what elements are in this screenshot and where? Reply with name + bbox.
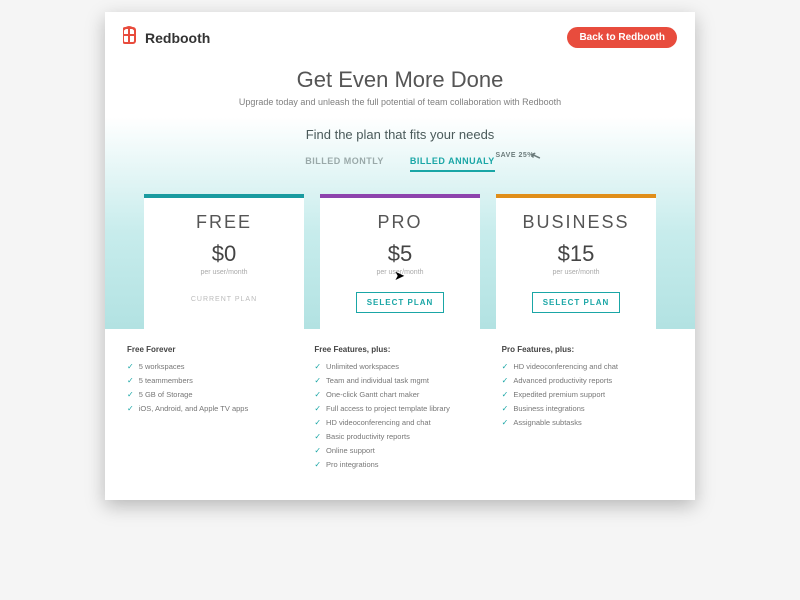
plan-card-pro: PRO $5 per user/month ➤ SELECT PLAN <box>320 194 480 329</box>
plan-name: FREE <box>152 212 296 233</box>
check-icon: ✓ <box>127 390 134 399</box>
feature-item: ✓Assignable subtasks <box>502 418 673 427</box>
features-heading: Free Features, plus: <box>314 345 485 354</box>
finder-heading: Find the plan that fits your needs <box>105 127 695 142</box>
check-icon: ✓ <box>502 404 509 413</box>
redbooth-icon <box>123 26 139 49</box>
check-icon: ✓ <box>314 432 321 441</box>
check-icon: ✓ <box>314 390 321 399</box>
check-icon: ✓ <box>314 362 321 371</box>
current-plan-label: CURRENT PLAN <box>152 296 296 303</box>
billing-toggle: BILLED MONTLY BILLED ANNUALY SAVE 25%↙ <box>105 156 695 172</box>
feature-item: ✓Team and individual task mgmt <box>314 376 485 385</box>
plan-per: per user/month <box>504 269 648 276</box>
hero-section: Get Even More Done Upgrade today and unl… <box>105 49 695 117</box>
feature-item: ✓Unlimited workspaces <box>314 362 485 371</box>
feature-item: ✓Advanced productivity reports <box>502 376 673 385</box>
brand-name: Redbooth <box>145 30 210 46</box>
page-header: Redbooth Back to Redbooth <box>105 12 695 49</box>
check-icon: ✓ <box>127 404 134 413</box>
feature-item: ✓iOS, Android, and Apple TV apps <box>127 404 298 413</box>
features-list: ✓HD videoconferencing and chat ✓Advanced … <box>502 362 673 427</box>
pricing-page: Redbooth Back to Redbooth Get Even More … <box>105 12 695 500</box>
check-icon: ✓ <box>314 418 321 427</box>
features-heading: Free Forever <box>127 345 298 354</box>
features-free: Free Forever ✓5 workspaces ✓5 teammembers… <box>127 345 298 474</box>
check-icon: ✓ <box>127 376 134 385</box>
feature-item: ✓Pro integrations <box>314 460 485 469</box>
feature-item: ✓Basic productivity reports <box>314 432 485 441</box>
back-to-redbooth-button[interactable]: Back to Redbooth <box>567 27 677 48</box>
select-plan-button[interactable]: SELECT PLAN <box>532 292 621 313</box>
feature-item: ✓Full access to project template library <box>314 404 485 413</box>
features-business: Pro Features, plus: ✓HD videoconferencin… <box>502 345 673 474</box>
hero-title: Get Even More Done <box>135 67 665 93</box>
check-icon: ✓ <box>314 446 321 455</box>
feature-item: ✓5 teammembers <box>127 376 298 385</box>
plan-price: $5 <box>328 241 472 267</box>
features-pro: Free Features, plus: ✓Unlimited workspac… <box>314 345 485 474</box>
feature-item: ✓5 GB of Storage <box>127 390 298 399</box>
tab-billed-annually[interactable]: BILLED ANNUALY <box>410 156 495 172</box>
check-icon: ✓ <box>314 460 321 469</box>
hero-subtitle: Upgrade today and unleash the full poten… <box>135 97 665 107</box>
feature-item: ✓HD videoconferencing and chat <box>502 362 673 371</box>
check-icon: ✓ <box>502 376 509 385</box>
plan-per: per user/month <box>152 269 296 276</box>
plan-bar <box>320 194 480 198</box>
check-icon: ✓ <box>502 418 509 427</box>
feature-item: ✓Online support <box>314 446 485 455</box>
feature-item: ✓Business integrations <box>502 404 673 413</box>
feature-item: ✓One-click Gantt chart maker <box>314 390 485 399</box>
plan-name: PRO <box>328 212 472 233</box>
plan-bar <box>496 194 656 198</box>
check-icon: ✓ <box>314 404 321 413</box>
feature-item: ✓5 workspaces <box>127 362 298 371</box>
features-heading: Pro Features, plus: <box>502 345 673 354</box>
feature-item: ✓HD videoconferencing and chat <box>314 418 485 427</box>
plan-card-business: BUSINESS $15 per user/month SELECT PLAN <box>496 194 656 329</box>
plan-cards-row: FREE $0 per user/month CURRENT PLAN PRO … <box>105 172 695 329</box>
save-callout: SAVE 25%↙ <box>495 146 544 160</box>
feature-item: ✓Expedited premium support <box>502 390 673 399</box>
features-list: ✓5 workspaces ✓5 teammembers ✓5 GB of Stor… <box>127 362 298 413</box>
check-icon: ✓ <box>127 362 134 371</box>
plan-selector-section: Find the plan that fits your needs BILLE… <box>105 117 695 329</box>
check-icon: ✓ <box>502 362 509 371</box>
plan-bar <box>144 194 304 198</box>
plan-price: $0 <box>152 241 296 267</box>
check-icon: ✓ <box>502 390 509 399</box>
plan-name: BUSINESS <box>504 212 648 233</box>
tab-billed-monthly[interactable]: BILLED MONTLY <box>305 156 384 172</box>
plan-card-free: FREE $0 per user/month CURRENT PLAN <box>144 194 304 329</box>
plan-price: $15 <box>504 241 648 267</box>
brand-logo: Redbooth <box>123 26 210 49</box>
select-plan-button[interactable]: SELECT PLAN <box>356 292 445 313</box>
cursor-icon: ➤ <box>394 268 405 284</box>
features-section: Free Forever ✓5 workspaces ✓5 teammembers… <box>105 329 695 500</box>
check-icon: ✓ <box>314 376 321 385</box>
features-list: ✓Unlimited workspaces ✓Team and individua… <box>314 362 485 469</box>
